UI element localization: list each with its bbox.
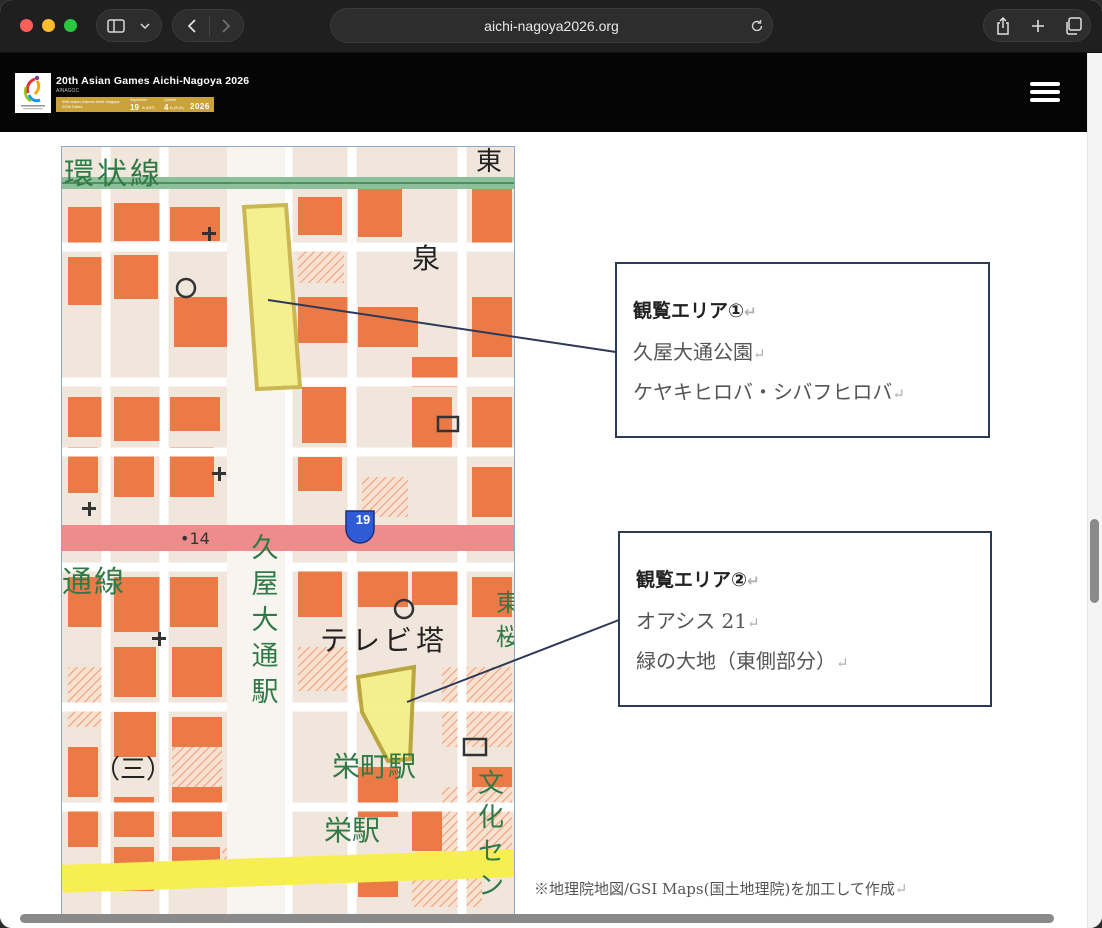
address-bar[interactable]: aichi-nagoya2026.org [330,8,773,43]
viewing-area-2-title: 観覧エリア②↵ [636,569,760,591]
plus-icon[interactable] [1025,16,1051,36]
sidebar-toggle-button[interactable] [96,9,162,42]
map-source-caption: ※地理院地図/GSI Maps(国土地理院)を加工して作成↵ [534,880,908,898]
page-content: 環状線 泉 19 •14 通線 久 屋 大 通 駅 テレビ塔 栄町駅 栄駅 （三… [0,132,1087,928]
minimize-window-button[interactable] [42,19,55,32]
end-suffix: th (SUN) [170,106,184,110]
site-title[interactable]: 20th Asian Games Aichi-Nagoya 2026 [56,75,249,87]
address-bar-url: aichi-nagoya2026.org [484,18,619,34]
start-suffix: th (SAT) [142,106,155,110]
chevron-right-icon [222,19,230,33]
chevron-left-icon [188,19,196,33]
viewing-area-1-title: 観覧エリア①↵ [633,300,757,322]
browser-window: aichi-nagoya2026.org 20th Asian Games Ai… [0,0,1102,928]
viewing-area-1-callout: 観覧エリア①↵ 久屋大通公園↵ ケヤキヒロバ・シバフヒロバ↵ [615,262,990,438]
start-day: 19 [130,103,139,112]
event-dates-banner: 20th Asian Games Aichi-Nagoya 2026 Dates… [56,97,214,112]
end-day: 4 [164,103,169,112]
nav-divider [209,16,210,36]
history-navigation [172,9,244,42]
toolbar-actions [983,9,1091,42]
callout-connectors [267,299,620,703]
viewing-area-2-line-2: 緑の大地（東側部分）↵ [636,649,849,673]
event-year: 2026 [190,102,210,111]
tab-overview-icon[interactable] [1060,16,1086,36]
close-window-button[interactable] [20,19,33,32]
forward-button[interactable] [213,16,239,36]
viewing-area-2-line-1: オアシス 21↵ [636,609,760,633]
end-month: October [164,98,177,102]
zoom-window-button[interactable] [64,19,77,32]
share-icon[interactable] [990,16,1016,36]
vertical-scrollbar-thumb[interactable] [1090,519,1099,603]
back-button[interactable] [179,16,205,36]
browser-toolbar: aichi-nagoya2026.org [0,0,1102,53]
games-emblem-logo[interactable] [15,73,51,113]
start-month: September [130,98,148,102]
viewing-area-1-line-1: 久屋大通公園↵ [633,340,766,364]
vertical-scrollbar-track[interactable] [1087,53,1102,928]
event-dates-name: 20th Asian Games Aichi-Nagoya 2026 Dates [62,99,120,109]
horizontal-scrollbar-thumb[interactable] [20,914,1054,923]
site-subtitle: AINAGOC [56,88,80,94]
sidebar-icon [105,16,127,36]
reload-icon[interactable] [749,18,765,34]
viewing-area-1-line-2: ケヤキヒロバ・シバフヒロバ↵ [633,380,905,404]
hamburger-menu-icon[interactable] [1028,79,1062,105]
chevron-down-icon[interactable] [135,16,155,36]
site-header: 20th Asian Games Aichi-Nagoya 2026 AINAG… [0,53,1087,132]
viewing-area-2-callout: 観覧エリア②↵ オアシス 21↵ 緑の大地（東側部分）↵ [618,531,992,707]
